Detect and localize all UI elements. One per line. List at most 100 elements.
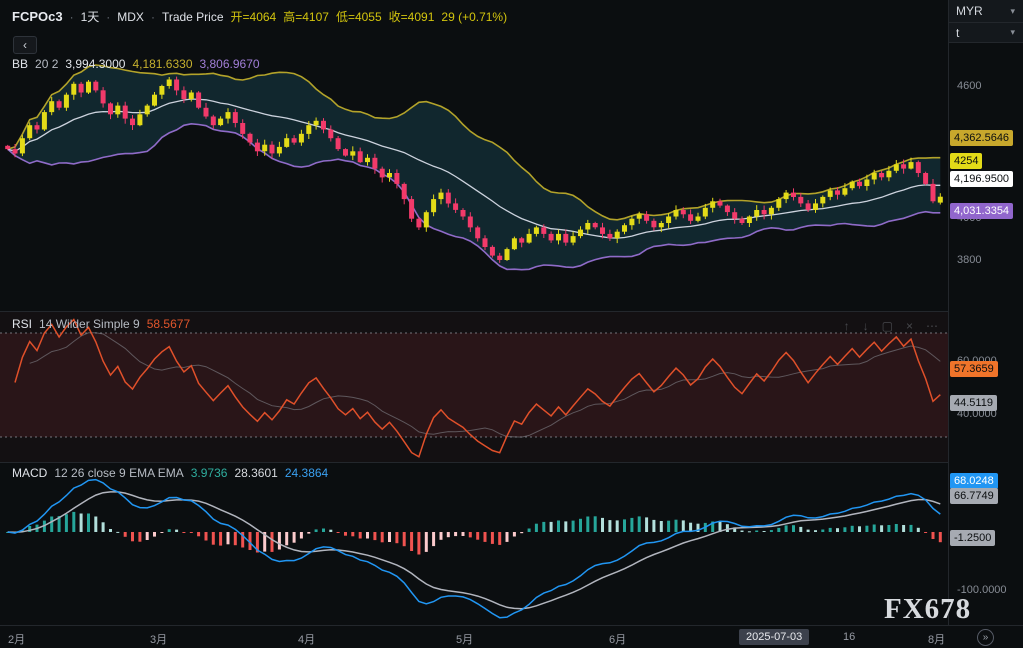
currency-label: MYR <box>956 4 983 18</box>
macd-hist-bar <box>506 532 509 542</box>
bb-indicator-name[interactable]: BB <box>12 57 28 71</box>
open-value: 开=4064 <box>231 8 277 25</box>
macd-hist-bar <box>601 518 604 532</box>
axis-value-badge: 4,196.9500 <box>950 171 1013 187</box>
macd-hist-bar <box>190 532 193 533</box>
macd-hist-bar <box>873 525 876 533</box>
macd-hist-bar <box>65 514 68 532</box>
macd-hist-bar <box>814 530 817 532</box>
macd-hist-bar <box>395 532 398 543</box>
trading-chart-window: FCPOc3 · 1天 · MDX · Trade Price 开=4064 高… <box>0 0 1023 648</box>
macd-hist-bar <box>895 524 898 532</box>
macd-hist-bar <box>102 522 105 532</box>
macd-hist-bar <box>777 528 780 532</box>
crosshair-date-badge: 2025-07-03 <box>739 629 809 645</box>
macd-hist-bar <box>792 525 795 532</box>
macd-hist-bar <box>278 532 281 550</box>
macd-hist-bar <box>366 532 369 539</box>
separator-dot: · <box>70 10 74 24</box>
macd-hist-bar <box>432 532 435 546</box>
macd-hist-bar <box>359 532 362 539</box>
macd-indicator-name[interactable]: MACD <box>12 466 47 480</box>
macd-hist-bar <box>623 519 626 532</box>
rsi-indicator-name[interactable]: RSI <box>12 317 32 331</box>
unit-selector[interactable]: t ▾ <box>949 23 1023 43</box>
macd-hist-bar <box>807 530 810 532</box>
macd-hist-bar <box>271 532 274 552</box>
macd-hist-bar <box>682 520 685 532</box>
macd-hist-bar <box>124 532 127 537</box>
close-pane-icon[interactable]: × <box>906 319 913 333</box>
more-options-icon[interactable]: ⋯ <box>926 319 938 333</box>
macd-hist-bar <box>197 532 200 536</box>
axis-value-badge: 44.5119 <box>950 395 997 411</box>
macd-hist-bar <box>843 527 846 532</box>
macd-hist-bar <box>234 532 237 545</box>
macd-hist-bar <box>447 532 450 537</box>
chevron-down-icon: ▾ <box>1010 6 1015 17</box>
macd-hist-bar <box>476 532 479 540</box>
scroll-to-realtime-button[interactable]: » <box>977 629 994 646</box>
macd-hist-bar <box>212 532 215 545</box>
exchange-label: MDX <box>117 10 144 24</box>
macd-hist-bar <box>932 532 935 539</box>
series-type-label: Trade Price <box>162 10 224 24</box>
macd-hist-bar <box>344 532 347 536</box>
time-axis[interactable]: 2月3月4月5月6月168月 2025-07-03 » <box>0 625 1023 648</box>
macd-signal-value: 24.3864 <box>285 466 328 480</box>
currency-selector[interactable]: MYR ▾ <box>949 0 1023 23</box>
macd-hist-bar <box>469 532 472 537</box>
bb-lower-value: 3,806.9670 <box>200 57 260 71</box>
chart-panes[interactable]: FCPOc3 · 1天 · MDX · Trade Price 开=4064 高… <box>0 0 948 625</box>
macd-hist-bar <box>652 520 655 532</box>
unit-label: t <box>956 26 959 40</box>
macd-hist-bar <box>227 532 230 544</box>
macd-hist-bar <box>528 529 531 533</box>
macd-hist-bar <box>564 521 567 532</box>
interval-label[interactable]: 1天 <box>81 8 100 25</box>
price-axis-column[interactable]: MYR ▾ t ▾ 46004000380060.000040.0000-100… <box>948 0 1023 625</box>
macd-hist-bar <box>910 525 913 532</box>
move-pane-up-icon[interactable]: ↑ <box>844 319 850 333</box>
bb-upper-value: 4,181.6330 <box>132 57 192 71</box>
macd-hist-bar <box>322 529 325 533</box>
macd-hist-bar <box>939 532 942 542</box>
macd-hist-bar <box>72 512 75 532</box>
time-axis-label: 3月 <box>150 631 167 647</box>
macd-hist-bar <box>300 532 303 539</box>
macd-hist-bar <box>153 532 156 537</box>
macd-hist-bar <box>116 532 119 533</box>
macd-hist-bar <box>131 532 134 541</box>
watermark-logo: FX678 <box>884 593 971 626</box>
macd-hist-bar <box>616 520 619 532</box>
axis-value-badge: 4254 <box>950 153 982 169</box>
close-value: 收=4091 <box>389 8 435 25</box>
macd-hist-bar <box>138 532 141 542</box>
high-value: 高=4107 <box>283 8 329 25</box>
macd-hist-bar <box>498 532 501 545</box>
macd-hist-bar <box>307 532 310 534</box>
macd-hist-bar <box>403 532 406 546</box>
time-axis-label: 8月 <box>928 631 945 647</box>
back-button[interactable]: ‹ <box>13 36 37 54</box>
maximize-pane-icon[interactable]: ▢ <box>882 319 893 333</box>
axis-tick-label: 3800 <box>957 253 981 267</box>
time-axis-label: 16 <box>843 631 855 643</box>
macd-legend: MACD 12 26 close 9 EMA EMA 3.9736 28.360… <box>12 466 328 480</box>
macd-hist-bar <box>851 526 854 532</box>
move-pane-down-icon[interactable]: ↓ <box>863 319 869 333</box>
change-value: 29 (+0.71%) <box>441 10 507 24</box>
macd-hist-bar <box>285 532 288 545</box>
macd-hist-bar <box>660 521 663 532</box>
axis-value-badge: -1.2500 <box>950 530 995 546</box>
axis-value-badge: 57.3659 <box>950 361 998 377</box>
macd-hist-bar <box>741 531 744 533</box>
macd-hist-bar <box>168 529 171 532</box>
macd-hist-bar <box>315 529 318 532</box>
chart-canvas[interactable] <box>0 0 948 625</box>
macd-hist-bar <box>87 514 90 533</box>
rsi-params: 14 Wilder Simple 9 <box>39 317 140 331</box>
symbol-label[interactable]: FCPOc3 <box>12 9 63 24</box>
symbol-legend: FCPOc3 · 1天 · MDX · Trade Price 开=4064 高… <box>12 8 507 25</box>
macd-hist-bar <box>410 532 413 551</box>
